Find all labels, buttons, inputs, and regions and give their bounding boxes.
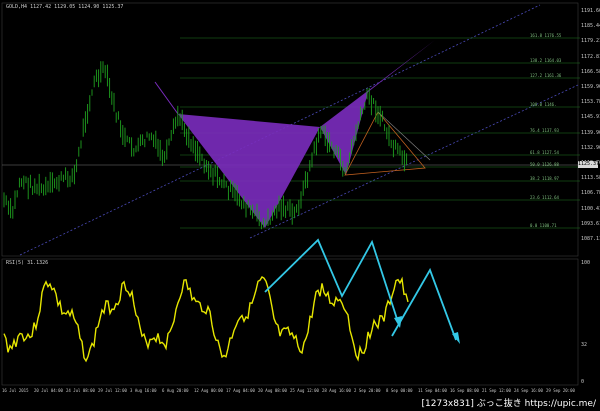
time-tick-label: 29 Sep 20:00 — [546, 388, 575, 393]
symbol-header: GOLD,H4 1127.42 1129.05 1124.90 1125.37 — [6, 4, 124, 10]
fib-level-label: 138.2 1164.03 — [530, 58, 562, 63]
time-tick-label: 8 Sep 00:00 — [386, 388, 413, 393]
fib-level-label: 23.6 1112.64 — [530, 195, 559, 200]
price-tick-label: 1166.58 — [581, 68, 600, 75]
time-tick-label: 24 Sep 16:00 — [514, 388, 543, 393]
price-tick-label: 1191.66 — [581, 8, 600, 14]
rsi-panel-frame — [1, 258, 579, 386]
price-tick-label: 1153.78 — [581, 99, 600, 106]
rsi-level-100: 100 — [581, 260, 591, 266]
time-tick-label: 25 Aug 12:00 — [290, 388, 319, 393]
fib-level-label: 38.2 1118.97 — [530, 176, 559, 181]
time-tick-label: 20 Jul 04:00 — [34, 388, 63, 393]
time-tick-label: 16 Jul 2015 — [2, 388, 29, 393]
price-tick-label: 1113.58 — [581, 175, 600, 182]
time-tick-label: 12 Aug 00:00 — [194, 388, 223, 393]
current-price-badge: 1125.37 — [578, 161, 600, 168]
fib-level-label: 161.8 1176.55 — [530, 33, 562, 38]
price-tick-label: 1172.81 — [581, 53, 600, 60]
price-tick-label: 1185.44 — [581, 23, 600, 30]
trading-chart-window: GOLD,H4 1127.42 1129.05 1124.90 1125.37 … — [0, 0, 600, 411]
fib-level-label: 0.0 1100.71 — [530, 223, 557, 228]
fib-level-label: 127.2 1161.36 — [530, 73, 562, 78]
time-tick-label: 29 Jul 12:00 — [98, 388, 127, 393]
price-tick-label: 1106.78 — [581, 190, 600, 197]
fib-level-label: 61.8 1127.54 — [530, 150, 559, 155]
rsi-level-0: 0 — [581, 379, 585, 385]
price-tick-label: 1100.41 — [581, 205, 600, 212]
time-tick-label: 16 Sep 08:00 — [450, 388, 479, 393]
time-tick-label: 11 Sep 04:00 — [418, 388, 447, 393]
fib-level-label: 100.0 1146. — [530, 102, 557, 107]
arrowhead-icon — [452, 332, 460, 344]
price-tick-label: 1159.96 — [581, 84, 600, 90]
rsi-header: RSI(5) 31.1326 — [6, 260, 49, 266]
price-tick-label: 1179.21 — [581, 38, 600, 45]
time-tick-label: 21 Sep 12:00 — [482, 388, 511, 393]
time-tick-label: 24 Jul 08:00 — [66, 388, 95, 393]
time-tick-label: 17 Aug 04:00 — [226, 388, 255, 393]
price-tick-label: 1093.61 — [581, 220, 600, 227]
time-tick-label: 28 Aug 16:00 — [322, 388, 351, 393]
fib-level-label: 76.4 1137.93 — [530, 128, 559, 133]
time-tick-label: 20 Aug 08:00 — [258, 388, 287, 393]
time-tick-label: 3 Aug 16:00 — [130, 388, 157, 393]
rsi-line — [3, 276, 409, 363]
fib-level-label: 50.0 1126.88 — [530, 162, 559, 167]
price-tick-label: 1139.96 — [581, 129, 600, 136]
price-tick-label: 1145.91 — [581, 114, 600, 121]
projection-arrow-1 — [264, 238, 399, 323]
watermark: [1273x831] ぶっこ抜き https://upic.me/ — [421, 399, 596, 409]
rsi-level-32: 32 — [581, 342, 588, 348]
price-tick-label: 1132.96 — [581, 144, 600, 151]
pattern-leg — [154, 81, 179, 115]
price-tick-label: 1087.11 — [581, 236, 600, 242]
chart-canvas — [1, 2, 580, 386]
time-tick-label: 6 Aug 20:00 — [162, 388, 189, 393]
time-tick-label: 2 Sep 20:00 — [354, 388, 381, 393]
